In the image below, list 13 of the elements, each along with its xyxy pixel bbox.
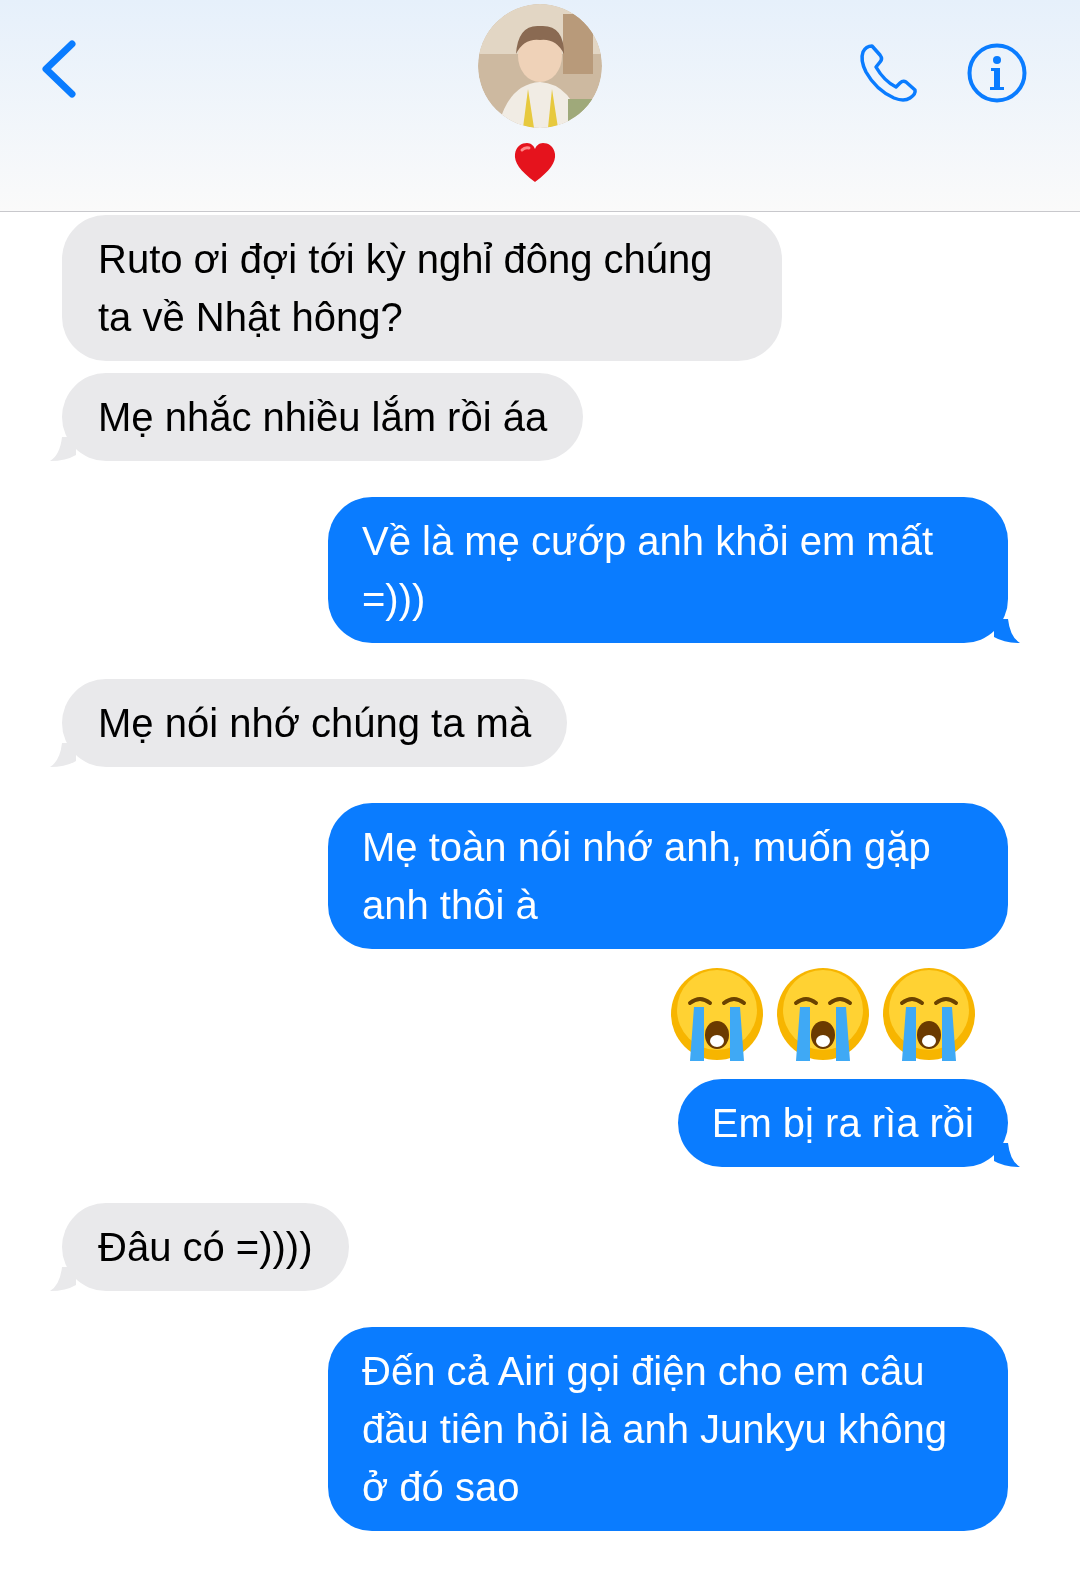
info-icon[interactable] xyxy=(967,43,1027,103)
sent-message-bubble: Về là mẹ cướp anh khỏi em mất =))) xyxy=(328,497,1008,643)
crying-face-icon xyxy=(774,965,872,1063)
back-icon[interactable] xyxy=(40,40,78,98)
crying-face-icon xyxy=(880,965,978,1063)
received-message-bubble: Ruto ơi đợi tới kỳ nghỉ đông chúng ta về Nhật hông? xyxy=(62,215,782,361)
phone-icon[interactable] xyxy=(858,42,920,104)
received-message-bubble: Đâu có =)))) xyxy=(62,1203,349,1291)
received-message-bubble: Mẹ nhắc nhiều lắm rồi áa xyxy=(62,373,584,461)
sent-message-bubble: Đến cả Airi gọi điện cho em câu đầu tiên hỏi là anh Junkyu không ở đó sao xyxy=(328,1327,1008,1531)
received-message-bubble: Mẹ nói nhớ chúng ta mà xyxy=(62,679,568,767)
sent-message-bubble: Em bị ra rìa rồi xyxy=(677,1079,1008,1167)
sent-message-bubble: Mẹ toàn nói nhớ anh, muốn gặp anh thôi à xyxy=(328,803,1008,949)
